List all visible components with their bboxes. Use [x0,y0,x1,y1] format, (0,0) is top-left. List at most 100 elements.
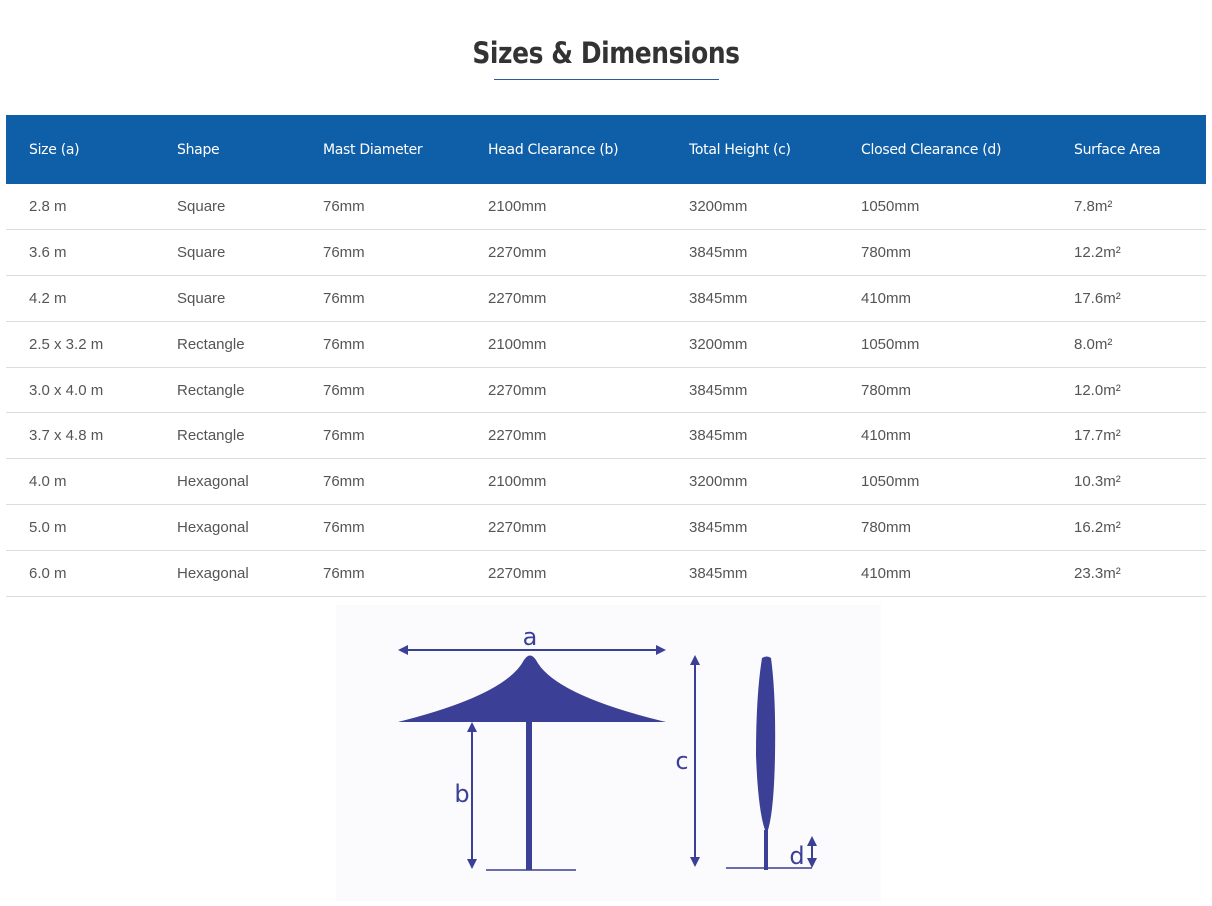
label-b: b [454,780,469,808]
cell-head-clearance: 2270mm [488,289,547,307]
cell-mast-diameter: 76mm [323,473,365,491]
header-shape: Shape [177,141,220,158]
cell-mast-diameter: 76mm [323,289,365,307]
cell-mast-diameter: 76mm [323,335,365,353]
cell-total-height: 3845mm [689,518,748,536]
table-row: 4.0 m Hexagonal 76mm 2100mm 3200mm 1050mm 10.3… [6,459,1206,505]
cell-total-height: 3845mm [689,427,748,445]
table-row: 4.2 m Square 76mm 2270mm 3845mm 410mm 17.6m² [6,276,1206,322]
header-surface-area: Surface Area [1074,141,1161,158]
table-row: 2.8 m Square 76mm 2100mm 3200mm 1050mm 7.8m² [6,184,1206,230]
cell-head-clearance: 2100mm [488,198,547,216]
cell-closed-clearance: 1050mm [861,198,920,216]
cell-size: 6.0 m [29,564,67,582]
cell-mast-diameter: 76mm [323,381,365,399]
cell-closed-clearance: 410mm [861,427,912,445]
cell-shape: Hexagonal [177,564,249,582]
cell-total-height: 3845mm [689,289,748,307]
cell-size: 4.0 m [29,473,67,491]
table-header: Size (a) Shape Mast Diameter Head Cleara… [6,115,1206,184]
table-row: 3.6 m Square 76mm 2270mm 3845mm 780mm 12.2m² [6,230,1206,276]
cell-closed-clearance: 780mm [861,244,912,262]
cell-shape: Hexagonal [177,473,249,491]
dimension-c: c [675,655,700,867]
cell-closed-clearance: 780mm [861,518,912,536]
cell-closed-clearance: 1050mm [861,473,920,491]
cell-surface-area: 10.3m² [1074,473,1121,491]
header-row: Size (a) Shape Mast Diameter Head Cleara… [6,115,1206,184]
table-row: 5.0 m Hexagonal 76mm 2270mm 3845mm 780mm 16.2m… [6,505,1206,551]
parasol-mast [526,722,532,870]
cell-head-clearance: 2100mm [488,473,547,491]
cell-shape: Hexagonal [177,518,249,536]
dimensions-table: Size (a) Shape Mast Diameter Head Cleara… [6,115,1206,597]
cell-surface-area: 23.3m² [1074,564,1121,582]
cell-surface-area: 7.8m² [1074,198,1113,216]
header-closed-clearance: Closed Clearance (d) [861,141,1002,158]
cell-shape: Square [177,244,226,262]
cell-mast-diameter: 76mm [323,427,365,445]
cell-closed-clearance: 410mm [861,289,912,307]
cell-size: 3.6 m [29,244,67,262]
cell-shape: Rectangle [177,427,245,445]
dimension-a: a [398,623,666,655]
cell-mast-diameter: 76mm [323,518,365,536]
cell-head-clearance: 2270mm [488,564,547,582]
cell-head-clearance: 2100mm [488,335,547,353]
closed-canopy [756,656,776,830]
cell-mast-diameter: 76mm [323,198,365,216]
header-size: Size (a) [29,141,80,158]
parasol-canopy [398,655,666,722]
cell-mast-diameter: 76mm [323,244,365,262]
cell-head-clearance: 2270mm [488,518,547,536]
cell-total-height: 3845mm [689,381,748,399]
table-row: 6.0 m Hexagonal 76mm 2270mm 3845mm 410mm 23.3m… [6,550,1206,597]
cell-surface-area: 16.2m² [1074,518,1121,536]
parasol-dimension-diagram: a b c d [336,605,881,901]
label-a: a [523,623,538,651]
cell-size: 3.7 x 4.8 m [29,427,104,445]
cell-total-height: 3845mm [689,564,748,582]
cell-shape: Rectangle [177,335,245,353]
cell-surface-area: 17.7m² [1074,427,1121,445]
label-c: c [675,747,688,775]
cell-total-height: 3200mm [689,335,748,353]
cell-closed-clearance: 410mm [861,564,912,582]
dimension-d: d [789,836,817,870]
table-row: 3.0 x 4.0 m Rectangle 76mm 2270mm 3845mm 780m… [6,367,1206,413]
page-title: Sizes & Dimensions [472,36,740,71]
label-d: d [789,842,804,870]
cell-head-clearance: 2270mm [488,427,547,445]
cell-size: 2.8 m [29,198,67,216]
cell-shape: Rectangle [177,381,245,399]
cell-shape: Square [177,198,226,216]
closed-parasol-illustration [726,656,812,870]
diagram-svg: a b c d [398,623,817,871]
cell-total-height: 3200mm [689,198,748,216]
cell-closed-clearance: 1050mm [861,335,920,353]
closed-mast [764,830,768,870]
cell-surface-area: 12.0m² [1074,381,1121,399]
table-row: 3.7 x 4.8 m Rectangle 76mm 2270mm 3845mm 410m… [6,413,1206,459]
cell-surface-area: 8.0m² [1074,335,1113,353]
cell-size: 3.0 x 4.0 m [29,381,104,399]
cell-size: 5.0 m [29,518,67,536]
header-total-height: Total Height (c) [689,141,791,158]
title-divider [494,79,719,80]
cell-surface-area: 12.2m² [1074,244,1121,262]
cell-size: 2.5 x 3.2 m [29,335,104,353]
cell-mast-diameter: 76mm [323,564,365,582]
open-parasol-illustration [398,655,666,871]
cell-total-height: 3845mm [689,244,748,262]
table-body: 2.8 m Square 76mm 2100mm 3200mm 1050mm 7.8m² 3.… [6,184,1206,597]
header-head-clearance: Head Clearance (b) [488,141,619,158]
cell-total-height: 3200mm [689,473,748,491]
cell-head-clearance: 2270mm [488,381,547,399]
cell-size: 4.2 m [29,289,67,307]
table-row: 2.5 x 3.2 m Rectangle 76mm 2100mm 3200mm 1050… [6,321,1206,368]
cell-shape: Square [177,289,226,307]
cell-surface-area: 17.6m² [1074,289,1121,307]
header-mast-diameter: Mast Diameter [323,141,423,158]
cell-closed-clearance: 780mm [861,381,912,399]
cell-head-clearance: 2270mm [488,244,547,262]
